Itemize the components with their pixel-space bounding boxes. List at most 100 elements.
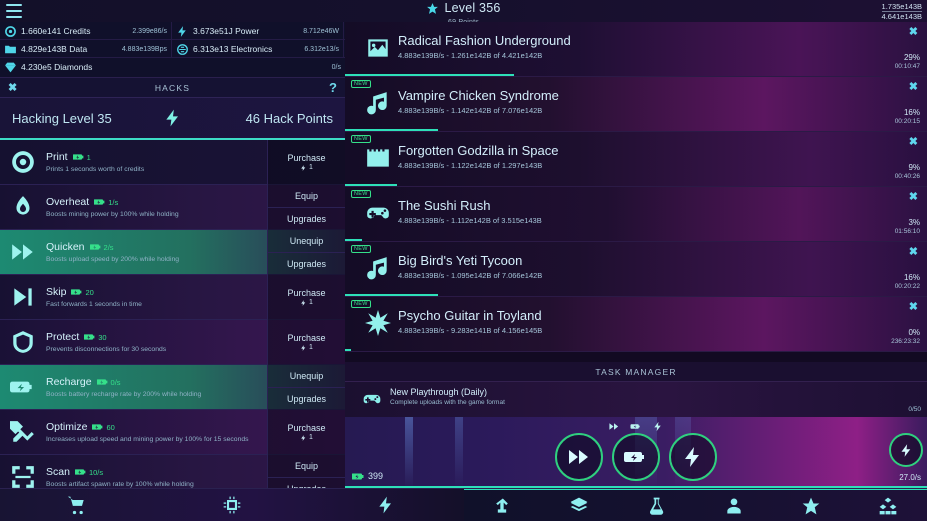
level-label: Level 356 — [444, 1, 500, 15]
robot-icon — [492, 496, 512, 516]
hack-item[interactable]: Scan10/sBoosts artifact spawn rate by 10… — [0, 455, 345, 488]
hack-item[interactable]: Print1Prints 1 seconds worth of creditsP… — [0, 140, 345, 185]
hack-item[interactable]: Quicken2/sBoosts upload speed by 200% wh… — [0, 230, 345, 275]
bolt-icon — [376, 495, 396, 515]
upload-progress-bar — [345, 294, 438, 297]
hack-action-purchase[interactable]: Purchase1 — [268, 410, 345, 455]
game-icon — [362, 389, 382, 409]
nav-resources[interactable] — [850, 490, 927, 521]
hack-price: 1 — [300, 344, 313, 352]
new-badge: NEW — [351, 135, 371, 143]
hack-name: Print — [46, 151, 68, 163]
hack-action-upgrades[interactable]: Upgrades — [268, 252, 345, 275]
hack-action-purchase[interactable]: Purchase1 — [268, 275, 345, 320]
resource-data[interactable]: 4.829e143B Data 4.883e139Bps — [0, 40, 172, 58]
upload-eta: 00:20:22 — [895, 283, 920, 290]
bolt-icon — [899, 443, 914, 458]
task-description: Complete uploads with the game format — [390, 399, 505, 406]
hack-item[interactable]: Protect30Prevents disconnections for 30 … — [0, 320, 345, 365]
close-icon[interactable]: ✖ — [909, 192, 918, 202]
hack-description: Boosts artifact spawn rate by 100% while… — [46, 481, 267, 488]
battery-icon — [71, 288, 82, 296]
nav-profile[interactable] — [695, 490, 772, 521]
upload-title: Big Bird's Yeti Tycoon — [398, 253, 522, 268]
upload-progress-bar — [345, 239, 362, 242]
hack-action-equip[interactable]: Equip — [268, 455, 345, 477]
resource-power[interactable]: 3.673e51J Power 8.712e46W — [172, 22, 344, 40]
battery-icon — [73, 153, 84, 161]
upload-row[interactable]: NEWPsycho Guitar in Toyland4.883e139B/s … — [345, 297, 927, 352]
hack-action-upgrades[interactable]: Upgrades — [268, 387, 345, 410]
hack-item[interactable]: Skip20Fast forwards 1 seconds in timePur… — [0, 275, 345, 320]
battery-icon — [84, 333, 95, 341]
hack-item[interactable]: Recharge0/sBoosts battery recharge rate … — [0, 365, 345, 410]
upload-title: Vampire Chicken Syndrome — [398, 88, 559, 103]
close-icon[interactable]: ✖ — [8, 83, 17, 93]
dock-rate-label: 27.0/s — [899, 473, 921, 482]
resource-rate: 4.883e139Bps — [122, 46, 167, 53]
close-icon[interactable]: ✖ — [909, 302, 918, 312]
hack-action-upgrades[interactable]: Upgrades — [268, 207, 345, 230]
upload-details: 4.883e139B/s - 1.142e142B of 7.076e142B — [398, 106, 542, 115]
resource-label: 4.230e5 Diamonds — [21, 62, 92, 72]
music-icon — [365, 90, 391, 116]
help-icon[interactable]: ? — [329, 81, 337, 94]
nav-prestige[interactable] — [773, 490, 850, 521]
hack-description: Prints 1 seconds worth of credits — [46, 166, 267, 173]
hack-item[interactable]: Optimize60Increases upload speed and min… — [0, 410, 345, 455]
task-row[interactable]: New Playthrough (Daily) Complete uploads… — [345, 382, 927, 417]
resource-rate: 8.712e46W — [303, 28, 339, 35]
resource-electronics[interactable]: 6.313e13 Electronics 6.312e13/s — [172, 40, 344, 58]
resource-credits[interactable]: 1.660e141 Credits 2.399e86/s — [0, 22, 172, 40]
nav-hardware[interactable] — [155, 489, 310, 521]
power-action-button[interactable] — [669, 433, 717, 481]
nav-shop[interactable] — [0, 489, 155, 521]
resource-label: 3.673e51J Power — [193, 26, 259, 36]
upload-row[interactable]: NEWForgotten Godzilla in Space4.883e139B… — [345, 132, 927, 187]
close-icon[interactable]: ✖ — [909, 82, 918, 92]
resource-label: 4.829e143B Data — [21, 44, 87, 54]
upload-details: 4.883e139B/s - 1.122e142B of 1.297e143B — [398, 161, 542, 170]
dock-right-button[interactable] — [889, 433, 923, 467]
upload-row[interactable]: NEWVampire Chicken Syndrome4.883e139B/s … — [345, 77, 927, 132]
hack-action-label: Purchase — [287, 333, 325, 343]
battery-icon — [97, 378, 108, 386]
hack-action-purchase[interactable]: Purchase1 — [268, 140, 345, 185]
hamburger-icon[interactable] — [6, 4, 22, 18]
hack-action-label: Purchase — [287, 288, 325, 298]
recharge-icon — [624, 445, 648, 469]
hack-item[interactable]: Overheat1/sBoosts mining power by 100% w… — [0, 185, 345, 230]
print-icon — [10, 149, 36, 175]
hack-action-unequip[interactable]: Unequip — [268, 365, 345, 387]
quicken-action-button[interactable] — [555, 433, 603, 481]
hack-name: Optimize — [46, 421, 87, 433]
upload-row[interactable]: NEWBig Bird's Yeti Tycoon4.883e139B/s - … — [345, 242, 927, 297]
resource-diamonds[interactable]: 4.230e5 Diamonds 0/s — [0, 58, 345, 76]
upload-list[interactable]: Radical Fashion Underground4.883e139B/s … — [345, 22, 927, 362]
hack-actions: EquipUpgrades — [267, 185, 345, 230]
close-icon[interactable]: ✖ — [909, 247, 918, 257]
hack-list[interactable]: Print1Prints 1 seconds worth of creditsP… — [0, 140, 345, 488]
dock-buttons — [555, 433, 717, 481]
game-icon — [365, 200, 391, 226]
close-icon[interactable]: ✖ — [909, 27, 918, 37]
upload-row[interactable]: Radical Fashion Underground4.883e139B/s … — [345, 22, 927, 77]
recharge-action-button[interactable] — [612, 433, 660, 481]
task-manager-header: TASK MANAGER — [345, 362, 927, 382]
nav-power[interactable] — [309, 489, 464, 521]
hack-action-unequip[interactable]: Unequip — [268, 230, 345, 252]
upload-eta: 00:10:47 — [895, 63, 920, 70]
upload-progress-bar — [345, 184, 397, 187]
nav-research[interactable] — [618, 490, 695, 521]
hack-actions: Purchase1 — [267, 275, 345, 320]
close-icon[interactable]: ✖ — [909, 137, 918, 147]
hack-action-purchase[interactable]: Purchase1 — [268, 320, 345, 365]
dock-mini-icons — [609, 421, 664, 432]
upload-row[interactable]: NEWThe Sushi Rush4.883e139B/s - 1.112e14… — [345, 187, 927, 242]
optimize-icon — [10, 419, 36, 445]
hack-action-equip[interactable]: Equip — [268, 185, 345, 207]
hack-action-upgrades[interactable]: Upgrades — [268, 477, 345, 489]
nav-automation[interactable] — [464, 490, 541, 521]
upload-title: Psycho Guitar in Toyland — [398, 308, 542, 323]
nav-data[interactable] — [541, 490, 618, 521]
